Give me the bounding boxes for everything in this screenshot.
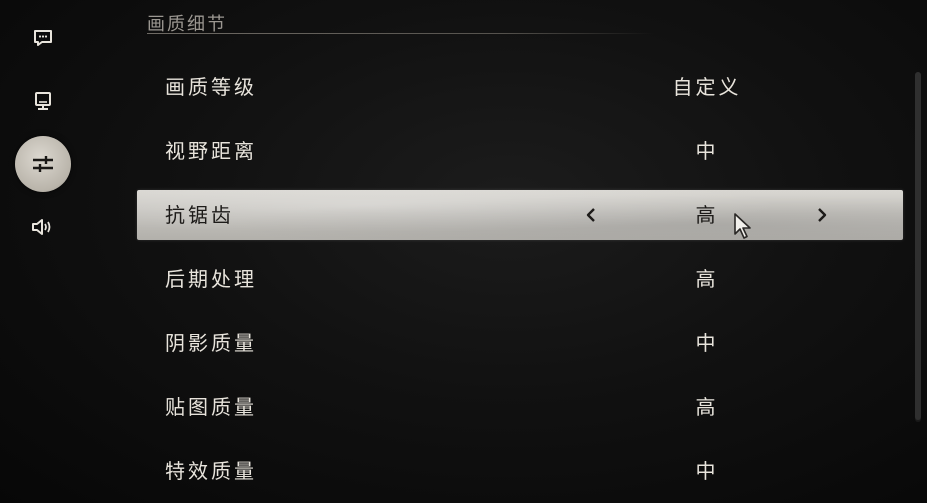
nav-settings-button[interactable]: [15, 136, 71, 192]
setting-label: 后期处理: [165, 267, 257, 291]
section-divider: [147, 33, 654, 34]
setting-label: 特效质量: [165, 459, 257, 483]
next-option-button[interactable]: [810, 190, 834, 240]
setting-value: 高: [695, 203, 719, 227]
setting-label: 贴图质量: [165, 395, 257, 419]
scrollbar-track[interactable]: [915, 72, 921, 422]
speaker-sound-icon: [32, 219, 51, 235]
nav-chat-button[interactable]: [15, 10, 71, 66]
setting-row-texture-quality[interactable]: 贴图质量 高: [137, 382, 903, 432]
setting-label: 画质等级: [165, 75, 257, 99]
monitor-display-icon: [35, 92, 51, 110]
setting-value: 中: [695, 459, 719, 483]
setting-row-effects-quality[interactable]: 特效质量 中: [137, 446, 903, 496]
previous-option-button[interactable]: [579, 190, 603, 240]
setting-label: 抗锯齿: [165, 203, 234, 227]
chevron-right-icon: [818, 208, 827, 222]
setting-label: 视野距离: [165, 139, 257, 163]
setting-row-quality-level[interactable]: 画质等级 自定义: [137, 62, 903, 112]
setting-value: 中: [695, 139, 719, 163]
setting-row-view-distance[interactable]: 视野距离 中: [137, 126, 903, 176]
scrollbar-thumb[interactable]: [915, 72, 921, 420]
nav-audio-button[interactable]: [15, 199, 71, 255]
chat-bubble-icon: [34, 30, 52, 46]
setting-row-anti-aliasing[interactable]: 抗锯齿 高: [137, 190, 903, 240]
setting-value: 高: [695, 267, 719, 291]
mouse-cursor-icon: [734, 213, 751, 239]
side-nav: [0, 0, 90, 503]
chevron-left-icon: [586, 208, 595, 222]
sliders-icon: [33, 156, 53, 172]
setting-value: 中: [695, 331, 719, 355]
setting-row-post-processing[interactable]: 后期处理 高: [137, 254, 903, 304]
nav-display-button[interactable]: [15, 73, 71, 129]
setting-label: 阴影质量: [165, 331, 257, 355]
setting-row-shadow-quality[interactable]: 阴影质量 中: [137, 318, 903, 368]
setting-value: 高: [695, 395, 719, 419]
setting-value: 自定义: [672, 75, 742, 99]
